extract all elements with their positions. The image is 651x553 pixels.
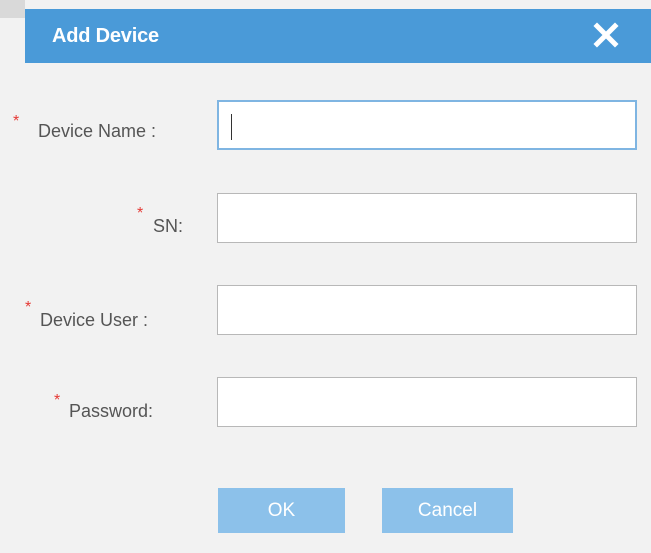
required-marker: *	[54, 392, 61, 409]
device-name-label: Device Name :	[38, 121, 157, 141]
text-caret	[231, 114, 232, 140]
page: Add Device * Device Name : * SN: * Devic…	[0, 0, 651, 553]
sn-label: SN:	[153, 216, 184, 236]
add-device-dialog: Add Device * Device Name : * SN: * Devic…	[13, 9, 651, 553]
required-marker: *	[137, 205, 144, 222]
sn-input[interactable]	[217, 193, 637, 243]
device-user-input[interactable]	[217, 285, 637, 335]
cancel-button[interactable]: Cancel	[382, 488, 513, 533]
dialog-title: Add Device	[52, 25, 159, 47]
required-marker: *	[13, 113, 20, 130]
close-icon	[593, 22, 619, 48]
password-input[interactable]	[217, 377, 637, 427]
close-button[interactable]	[593, 22, 619, 48]
background-strip	[0, 0, 25, 18]
ok-button[interactable]: OK	[218, 488, 345, 533]
device-user-label: Device User :	[40, 310, 149, 330]
password-label: Password:	[69, 401, 154, 421]
device-name-input[interactable]	[217, 100, 637, 150]
dialog-titlebar: Add Device	[25, 9, 651, 63]
required-marker: *	[25, 299, 32, 316]
